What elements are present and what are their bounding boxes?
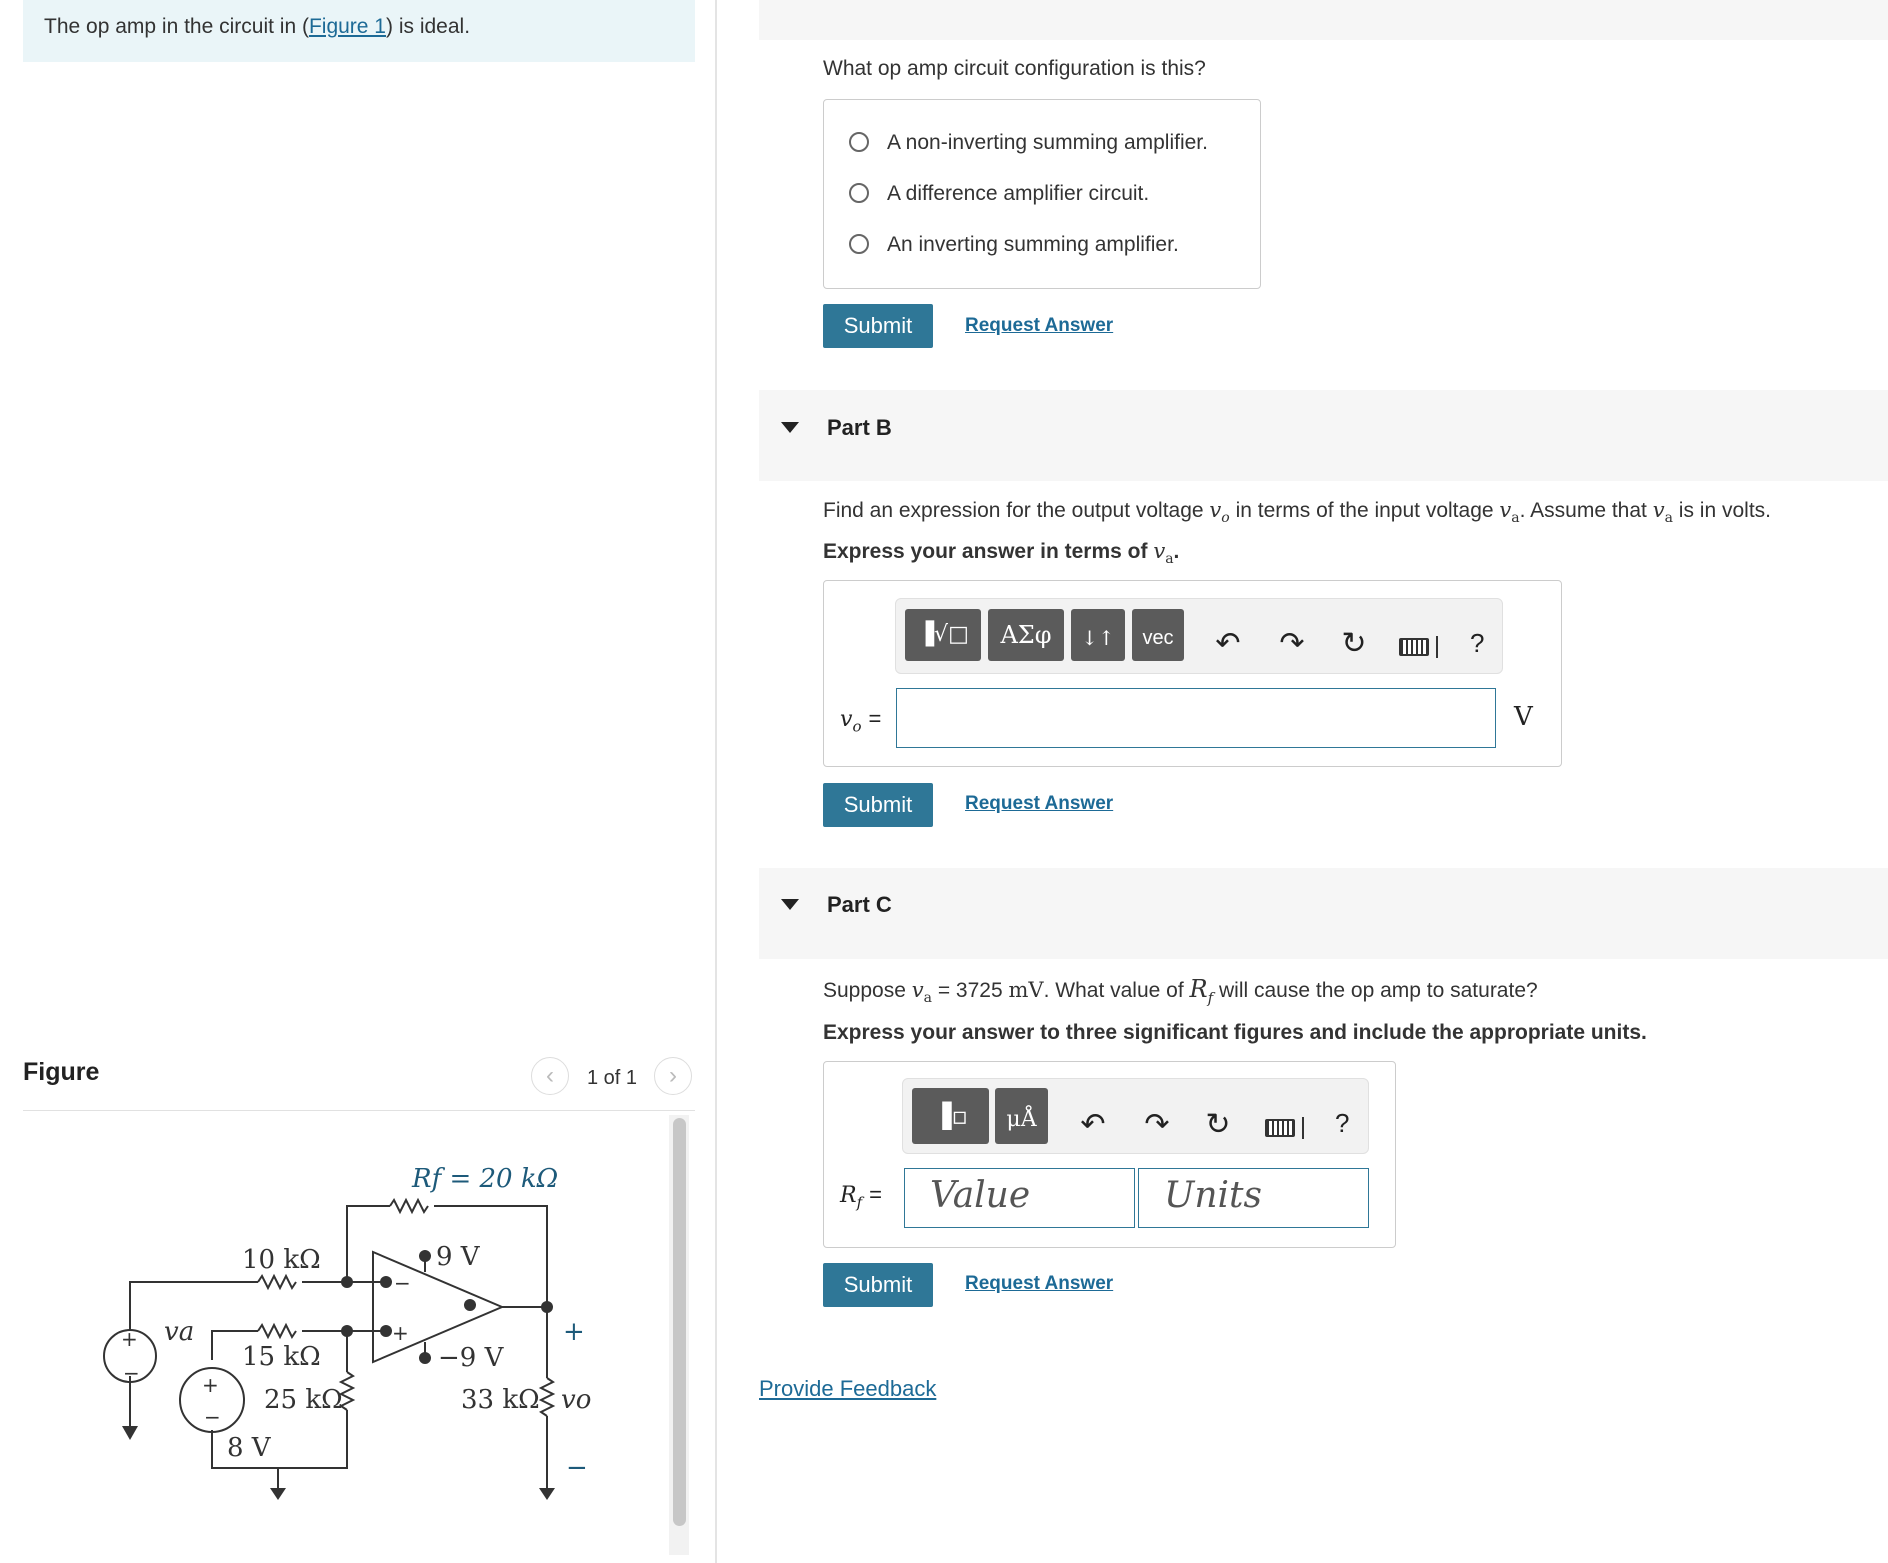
units-button[interactable]: μÅ	[995, 1088, 1048, 1144]
undo-icon[interactable]: ↶	[1075, 1107, 1111, 1142]
r10-label: 10 kΩ	[242, 1245, 321, 1275]
v8-label: 8 V	[227, 1433, 272, 1463]
vneg-label: −9 V	[438, 1343, 505, 1373]
circuit-diagram: Rf = 20 kΩ 10 kΩ 15 kΩ 25 kΩ 33 kΩ va vo…	[103, 1164, 591, 1500]
chevron-right-icon: ›	[669, 1062, 677, 1089]
part-b-label[interactable]: Part B	[827, 415, 892, 441]
next-figure-button[interactable]: ›	[654, 1057, 692, 1095]
help-button[interactable]: ?	[1470, 628, 1484, 659]
svg-text:−: −	[204, 1405, 221, 1429]
value-input[interactable]: Value	[904, 1168, 1135, 1228]
part-c-submit-button[interactable]: Submit	[823, 1263, 933, 1307]
figure-title: Figure	[23, 1058, 100, 1086]
help-button[interactable]: ?	[1335, 1108, 1349, 1139]
part-c-label[interactable]: Part C	[827, 892, 892, 918]
option-1-label[interactable]: A non-inverting summing amplifier.	[887, 131, 1208, 155]
r15-label: 15 kΩ	[242, 1342, 321, 1372]
vo-label: vo	[561, 1385, 591, 1415]
svg-text:−: −	[394, 1271, 411, 1295]
part-b-header[interactable]	[759, 390, 1888, 481]
vpos-label: 9 V	[436, 1242, 481, 1272]
part-b-unit: V	[1514, 702, 1533, 732]
part-b-question: Find an expression for the output voltag…	[823, 498, 1771, 527]
rf-label: Rf = 20 kΩ	[411, 1164, 558, 1194]
keyboard-icon[interactable]	[1399, 638, 1429, 656]
redo-icon[interactable]: ↷	[1139, 1107, 1175, 1142]
svg-text:−: −	[123, 1361, 140, 1385]
figure-scrollbar-thumb[interactable]	[673, 1118, 686, 1526]
value-placeholder: Value	[930, 1175, 1031, 1216]
greek-symbols-button[interactable]: ΑΣφ	[988, 609, 1064, 661]
undo-icon[interactable]: ↶	[1210, 626, 1246, 661]
figure-pager-text: 1 of 1	[587, 1067, 638, 1089]
redo-icon[interactable]: ↷	[1274, 626, 1310, 661]
svg-text:+: +	[202, 1373, 219, 1397]
vo-plus-label: +	[563, 1317, 585, 1347]
templates-button[interactable]: ▐√□	[905, 609, 981, 661]
provide-feedback-link[interactable]: Provide Feedback	[759, 1376, 936, 1402]
part-b-instructions: Express your answer in terms of va.	[823, 539, 1180, 568]
problem-intro: The op amp in the circuit in (Figure 1) …	[23, 0, 695, 62]
vo-minus-label: −	[566, 1453, 588, 1483]
figure-divider	[23, 1110, 695, 1111]
reset-icon[interactable]: ↻	[1200, 1107, 1236, 1142]
part-c-question: Suppose va = 3725 mV. What value of Rf w…	[823, 975, 1538, 1007]
prev-figure-button[interactable]: ‹	[531, 1057, 569, 1095]
part-b-lhs: vo =	[840, 706, 882, 736]
intro-text: The op amp in the circuit in (Figure 1) …	[44, 15, 471, 38]
vector-button[interactable]: vec	[1132, 609, 1184, 661]
radio-option-2[interactable]	[849, 183, 869, 203]
option-3-label[interactable]: An inverting summing amplifier.	[887, 233, 1179, 257]
cursor-icon	[1302, 1117, 1304, 1139]
part-c-header[interactable]	[759, 868, 1888, 959]
part-b-answer-input[interactable]	[896, 688, 1496, 748]
part-a-header-band	[759, 0, 1888, 40]
radio-option-3[interactable]	[849, 234, 869, 254]
part-b-submit-button[interactable]: Submit	[823, 783, 933, 827]
r33-label: 33 kΩ	[461, 1385, 540, 1415]
part-a-request-answer[interactable]: Request Answer	[965, 315, 1113, 337]
part-a-submit-button[interactable]: Submit	[823, 304, 933, 348]
templates-button[interactable]: ▐▫	[912, 1088, 989, 1144]
arrows-button[interactable]: ↓↑	[1071, 609, 1125, 661]
va-label: va	[164, 1317, 194, 1347]
part-c-instructions: Express your answer to three significant…	[823, 1021, 1647, 1044]
keyboard-icon[interactable]	[1265, 1119, 1295, 1137]
svg-text:+: +	[121, 1327, 138, 1351]
part-b-request-answer[interactable]: Request Answer	[965, 793, 1113, 815]
collapse-triangle-icon[interactable]	[781, 899, 799, 910]
units-placeholder: Units	[1164, 1175, 1262, 1216]
pane-divider	[715, 0, 717, 1563]
reset-icon[interactable]: ↻	[1336, 626, 1372, 661]
chevron-left-icon: ‹	[546, 1062, 554, 1089]
option-2-label[interactable]: A difference amplifier circuit.	[887, 182, 1149, 206]
cursor-icon	[1436, 636, 1438, 658]
part-c-request-answer[interactable]: Request Answer	[965, 1273, 1113, 1295]
collapse-triangle-icon[interactable]	[781, 422, 799, 433]
part-a-question: What op amp circuit configuration is thi…	[823, 57, 1206, 80]
r25-label: 25 kΩ	[264, 1385, 343, 1415]
part-c-lhs: Rf =	[840, 1182, 882, 1212]
radio-option-1[interactable]	[849, 132, 869, 152]
part-b-math-toolbar	[895, 598, 1503, 674]
units-input[interactable]: Units	[1138, 1168, 1369, 1228]
figure-link[interactable]: Figure 1	[309, 15, 386, 38]
svg-text:+: +	[392, 1321, 409, 1345]
